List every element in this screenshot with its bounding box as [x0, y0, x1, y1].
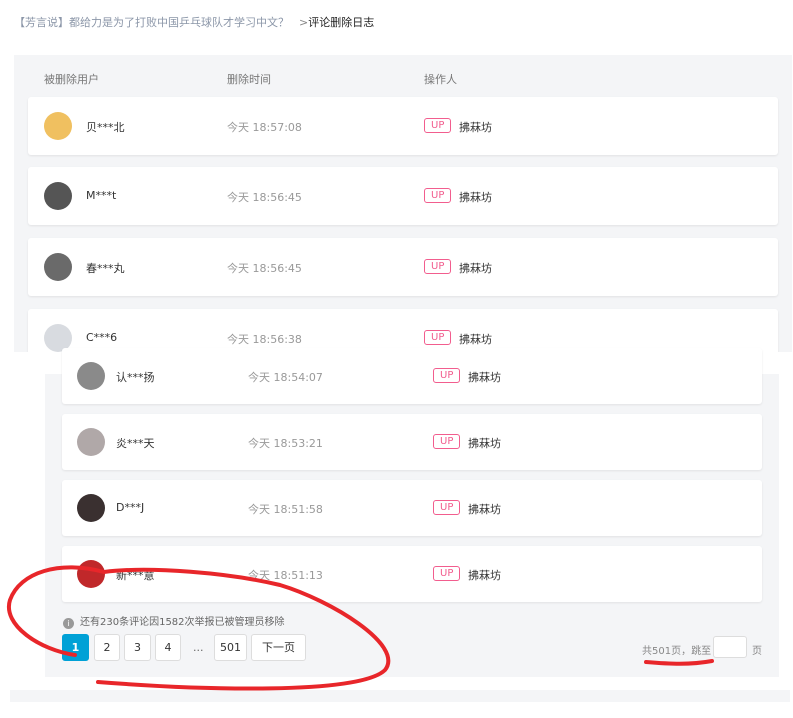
up-badge: UP	[433, 500, 461, 515]
up-badge: UP	[433, 434, 461, 449]
delete-time: 今天 18:51:13	[248, 569, 323, 582]
up-badge: UP	[424, 259, 452, 274]
operator-name[interactable]: 拂菻坊	[459, 260, 492, 276]
avatar[interactable]	[77, 560, 105, 588]
up-badge: UP	[424, 118, 452, 133]
delete-time: 今天 18:56:45	[227, 262, 302, 275]
pagination-ellipsis: ...	[193, 641, 204, 654]
table-row: C***6 今天 18:56:38 UP 拂菻坊	[28, 309, 778, 352]
deletion-log-panel: 被删除用户 删除时间 操作人 贝***北 今天 18:57:08 UP 拂菻坊 M***…	[14, 55, 792, 352]
page-button-4[interactable]: 4	[155, 634, 181, 661]
avatar[interactable]	[44, 182, 72, 210]
table-row: 炎***天 今天 18:53:21 UP 拂菻坊	[62, 414, 762, 470]
table-row: 新***意 今天 18:51:13 UP 拂菻坊	[62, 546, 762, 602]
header-time: 删除时间	[227, 73, 271, 86]
avatar[interactable]	[77, 362, 105, 390]
username[interactable]: C***6	[86, 331, 117, 344]
up-badge: UP	[433, 566, 461, 581]
page-button-1[interactable]: 1	[62, 634, 89, 661]
username[interactable]: 炎***天	[116, 435, 155, 451]
delete-time: 今天 18:51:58	[248, 503, 323, 516]
operator-name[interactable]: 拂菻坊	[468, 369, 501, 385]
delete-time: 今天 18:56:45	[227, 191, 302, 204]
table-row: 春***丸 今天 18:56:45 UP 拂菻坊	[28, 238, 778, 296]
next-page-button[interactable]: 下一页	[251, 634, 306, 661]
header-operator: 操作人	[424, 73, 457, 86]
delete-time: 今天 18:56:38	[227, 333, 302, 346]
operator-name[interactable]: 拂菻坊	[459, 189, 492, 205]
page-button-3[interactable]: 3	[124, 634, 151, 661]
up-badge: UP	[424, 330, 452, 345]
page: 【芳言说】都给力是为了打败中国乒乓球队才学习中文？ >评论删除日志 被删除用户 删…	[0, 0, 793, 718]
operator-name[interactable]: 拂菻坊	[468, 435, 501, 451]
header-user: 被删除用户	[44, 73, 99, 86]
table-row: D***J 今天 18:51:58 UP 拂菻坊	[62, 480, 762, 536]
username[interactable]: D***J	[116, 501, 144, 514]
operator-name[interactable]: 拂菻坊	[459, 331, 492, 347]
operator-name[interactable]: 拂菻坊	[468, 567, 501, 583]
table-row: 贝***北 今天 18:57:08 UP 拂菻坊	[28, 97, 778, 155]
delete-time: 今天 18:54:07	[248, 371, 323, 384]
avatar[interactable]	[77, 494, 105, 522]
removed-notice: i 还有230条评论因1582次举报已被管理员移除	[63, 613, 285, 629]
username[interactable]: 认***扬	[116, 369, 155, 385]
operator-name[interactable]: 拂菻坊	[459, 119, 492, 135]
video-title-link[interactable]: 【芳言说】都给力是为了打败中国乒乓球队才学习中文？	[14, 16, 289, 29]
up-badge: UP	[424, 188, 452, 203]
avatar[interactable]	[44, 112, 72, 140]
page-title: 评论删除日志	[308, 16, 375, 29]
jump-page-input[interactable]	[713, 636, 747, 658]
username[interactable]: 新***意	[116, 567, 155, 583]
removed-notice-text: 还有230条评论因1582次举报已被管理员移除	[80, 617, 285, 628]
page-button-last[interactable]: 501	[214, 634, 247, 661]
username[interactable]: M***t	[86, 189, 116, 202]
delete-time: 今天 18:57:08	[227, 121, 302, 134]
username[interactable]: 春***丸	[86, 260, 125, 276]
table-header: 被删除用户 删除时间 操作人	[14, 71, 792, 87]
avatar[interactable]	[44, 253, 72, 281]
page-button-2[interactable]: 2	[94, 634, 120, 661]
total-pages-label: 共501页，跳至	[642, 646, 712, 657]
info-circle-icon: i	[63, 618, 74, 629]
table-row: M***t 今天 18:56:45 UP 拂菻坊	[28, 167, 778, 225]
delete-time: 今天 18:53:21	[248, 437, 323, 450]
username[interactable]: 贝***北	[86, 119, 125, 135]
breadcrumb-separator: >	[299, 16, 309, 29]
jump-suffix: 页	[752, 646, 762, 657]
breadcrumb: 【芳言说】都给力是为了打败中国乒乓球队才学习中文？ >评论删除日志	[14, 14, 374, 30]
bottom-strip	[10, 690, 790, 702]
deletion-log-panel-continued: 认***扬 今天 18:54:07 UP 拂菻坊 炎***天 今天 18:53:21 UP 拂…	[45, 348, 779, 677]
up-badge: UP	[433, 368, 461, 383]
avatar[interactable]	[77, 428, 105, 456]
operator-name[interactable]: 拂菻坊	[468, 501, 501, 517]
table-row: 认***扬 今天 18:54:07 UP 拂菻坊	[62, 348, 762, 404]
